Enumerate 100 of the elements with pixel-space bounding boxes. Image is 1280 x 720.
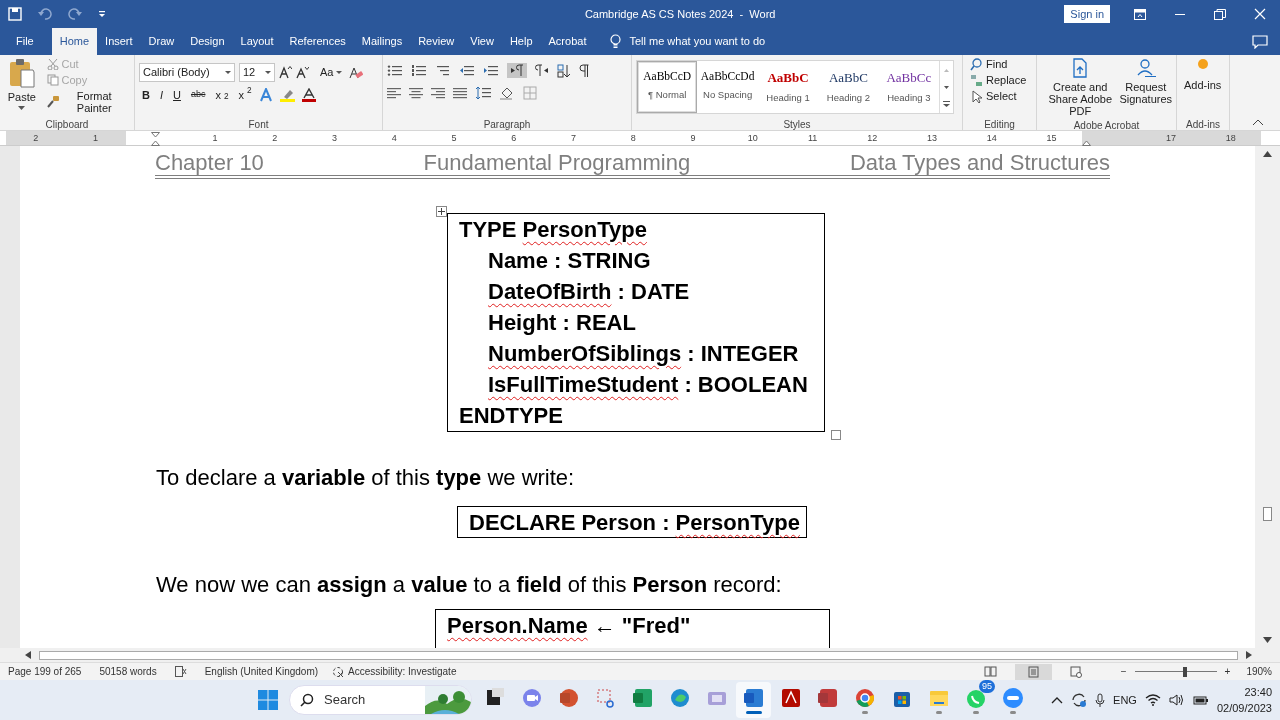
find-button[interactable]: Find bbox=[967, 57, 1030, 72]
proofing-icon[interactable] bbox=[174, 666, 187, 677]
ribbon-tab[interactable]: Acrobat bbox=[540, 28, 595, 55]
change-case-button[interactable]: Aa bbox=[317, 65, 346, 80]
subscript-button[interactable]: x$_{2}$ bbox=[212, 88, 232, 103]
bold-button[interactable]: B bbox=[139, 88, 153, 103]
clear-formatting-icon[interactable] bbox=[349, 65, 364, 80]
print-layout-button[interactable] bbox=[1014, 663, 1052, 680]
ribbon-tab[interactable]: Draw bbox=[140, 28, 183, 55]
microphone-icon[interactable] bbox=[1095, 692, 1106, 708]
left-to-right-button[interactable] bbox=[507, 63, 527, 78]
maximize-icon[interactable] bbox=[1214, 8, 1226, 20]
ribbon-tab[interactable]: Home bbox=[51, 28, 98, 55]
ribbon-tab[interactable]: Mailings bbox=[353, 28, 411, 55]
undo-icon[interactable] bbox=[38, 7, 52, 21]
scroll-thumb[interactable] bbox=[1263, 507, 1272, 521]
ribbon-tab[interactable]: Review bbox=[410, 28, 463, 55]
increase-indent-icon[interactable] bbox=[483, 64, 499, 77]
taskbar-app[interactable]: 95 bbox=[958, 682, 993, 718]
create-pdf-button[interactable]: Create and Share Adobe PDF bbox=[1041, 57, 1120, 119]
speaker-icon[interactable] bbox=[1168, 693, 1185, 707]
grow-font-icon[interactable] bbox=[279, 66, 292, 79]
ribbon-tab[interactable]: Layout bbox=[232, 28, 282, 55]
addins-icon bbox=[1196, 58, 1209, 70]
format-painter-button[interactable]: Format Painter bbox=[43, 89, 130, 116]
add-ins-button[interactable]: Add-ins bbox=[1181, 57, 1225, 117]
search-field[interactable]: Search bbox=[322, 689, 412, 711]
sync-icon[interactable] bbox=[1071, 692, 1088, 708]
strikethrough-button[interactable]: abc bbox=[187, 89, 209, 101]
underline-button[interactable]: U bbox=[170, 88, 184, 103]
language-indicator[interactable]: English (United Kingdom) bbox=[204, 664, 319, 679]
ribbon-tab[interactable]: Help bbox=[501, 28, 541, 55]
zoom-level[interactable]: 190% bbox=[1246, 664, 1272, 679]
italic-button[interactable]: I bbox=[156, 88, 166, 103]
ribbon-tab[interactable]: File bbox=[8, 28, 42, 55]
right-to-left-icon[interactable] bbox=[535, 64, 549, 77]
table-move-handle-icon[interactable] bbox=[436, 206, 447, 217]
wifi-icon[interactable] bbox=[1144, 694, 1161, 706]
scroll-down-arrow-icon[interactable] bbox=[1263, 637, 1272, 644]
redo-icon[interactable] bbox=[68, 7, 82, 21]
sign-in-button[interactable]: Sign in bbox=[1064, 4, 1110, 24]
style-option[interactable]: AaBbCc Heading 3 bbox=[878, 61, 940, 113]
shading-icon[interactable] bbox=[499, 86, 515, 100]
ribbon-tab[interactable]: View bbox=[462, 28, 502, 55]
shrink-font-icon[interactable] bbox=[296, 66, 309, 79]
collapse-ribbon-icon[interactable] bbox=[1252, 118, 1264, 126]
zoom-slider-thumb[interactable] bbox=[1183, 666, 1188, 677]
page-count[interactable]: Page 199 of 265 bbox=[8, 664, 82, 679]
word-count[interactable]: 50158 words bbox=[99, 664, 157, 679]
tell-me-field[interactable]: Tell me what you want to do bbox=[629, 33, 766, 50]
scroll-thumb[interactable] bbox=[39, 650, 1238, 660]
font-color-icon[interactable] bbox=[300, 88, 317, 103]
scroll-left-arrow-icon[interactable] bbox=[25, 651, 31, 659]
pdf-reader-icon bbox=[779, 686, 802, 709]
zoom-out-button[interactable]: − bbox=[1120, 664, 1127, 679]
justify-icon[interactable] bbox=[453, 87, 467, 99]
font-name-field[interactable]: Calibri (Body) bbox=[139, 63, 235, 82]
scroll-right-arrow-icon[interactable] bbox=[1246, 651, 1252, 659]
align-left-icon[interactable] bbox=[387, 87, 401, 99]
ribbon-tab[interactable]: References bbox=[281, 28, 354, 55]
accessibility-status[interactable]: Accessibility: Investigate bbox=[332, 664, 457, 679]
comments-icon[interactable] bbox=[1252, 34, 1268, 49]
select-button[interactable]: Select bbox=[967, 89, 1030, 104]
zoom-in-button[interactable]: + bbox=[1224, 664, 1231, 679]
font-size-field[interactable]: 12 bbox=[239, 63, 275, 82]
multilevel-list-icon[interactable] bbox=[435, 64, 451, 77]
code-line: TYPE PersonType bbox=[459, 216, 648, 244]
align-right-icon[interactable] bbox=[431, 87, 445, 99]
battery-icon[interactable] bbox=[1192, 694, 1209, 706]
style-option[interactable]: AaBbC Heading 1 bbox=[757, 61, 819, 113]
ribbon-tab[interactable]: Insert bbox=[97, 28, 141, 55]
customize-icon[interactable] bbox=[98, 9, 106, 19]
style-option[interactable]: AaBbC Heading 2 bbox=[818, 61, 879, 113]
decrease-indent-icon[interactable] bbox=[459, 64, 475, 77]
table-resize-handle-icon[interactable] bbox=[831, 430, 841, 440]
close-icon[interactable] bbox=[1254, 8, 1266, 20]
bullets-icon[interactable] bbox=[387, 64, 403, 77]
superscript-button[interactable]: x$^{2}$ bbox=[235, 88, 255, 103]
clock-date[interactable]: 02/09/2023 bbox=[1216, 700, 1272, 717]
save-icon[interactable] bbox=[8, 7, 22, 21]
pilcrow-icon[interactable] bbox=[579, 64, 589, 77]
line-spacing-icon[interactable] bbox=[475, 86, 491, 100]
request-signatures-button[interactable]: Request Signatures bbox=[1119, 57, 1172, 119]
paste-button[interactable]: Paste bbox=[4, 57, 40, 117]
clock-time[interactable]: 23:40 bbox=[1244, 683, 1272, 700]
input-language[interactable]: ENG bbox=[1113, 691, 1137, 709]
style-option[interactable]: AaBbCcD ¶ Normal bbox=[637, 61, 698, 113]
text-effects-icon[interactable] bbox=[258, 88, 275, 103]
numbering-icon[interactable] bbox=[411, 64, 427, 77]
align-center-icon[interactable] bbox=[409, 87, 423, 99]
ribbon-tab[interactable]: Design bbox=[182, 28, 233, 55]
search-box[interactable]: Search bbox=[289, 685, 472, 715]
taskbar-app[interactable] bbox=[736, 682, 771, 718]
style-option[interactable]: AaBbCcDd No Spacing bbox=[697, 61, 758, 113]
scroll-up-arrow-icon[interactable] bbox=[1263, 150, 1272, 157]
indent-marker-icon[interactable] bbox=[150, 131, 160, 146]
replace-button[interactable]: Replace bbox=[967, 73, 1030, 88]
ribbon-display-icon[interactable] bbox=[1134, 8, 1146, 20]
sort-icon[interactable] bbox=[557, 63, 571, 78]
chevron-up-icon[interactable] bbox=[1051, 696, 1064, 704]
